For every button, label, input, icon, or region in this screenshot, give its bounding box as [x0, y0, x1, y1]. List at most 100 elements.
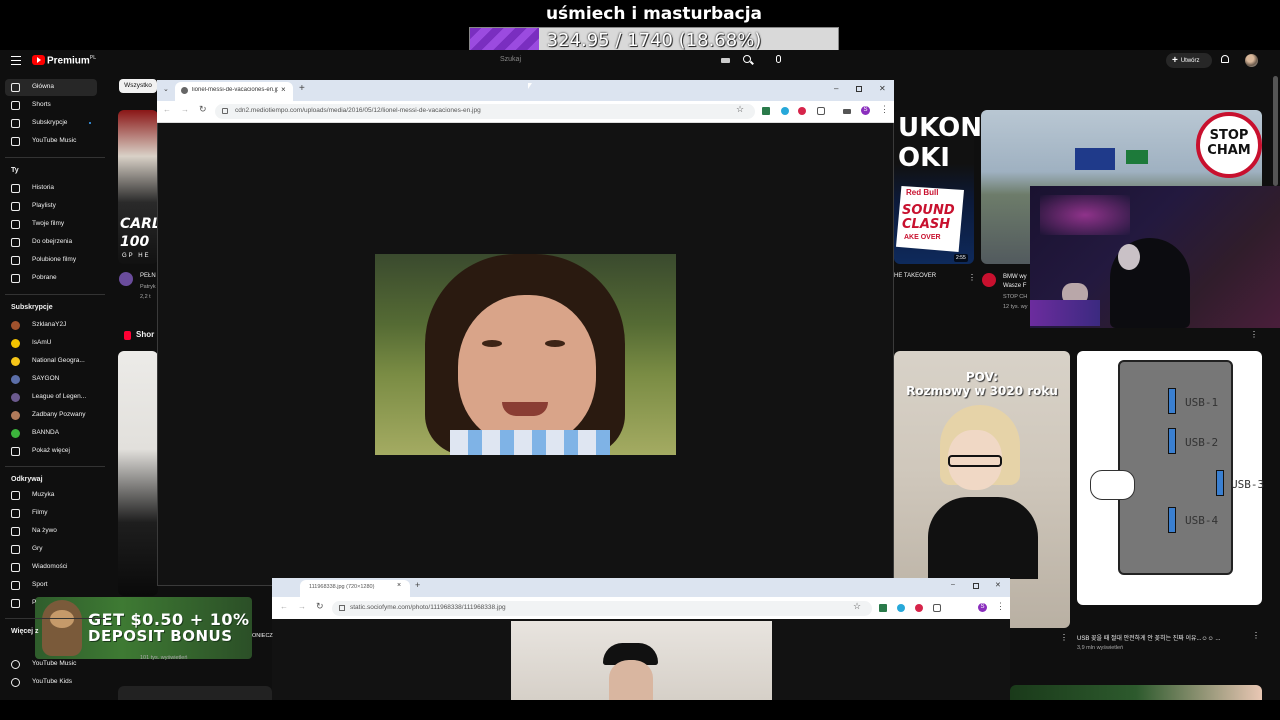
menu-icon[interactable] [11, 56, 21, 65]
sidebar-item-sport[interactable]: Sport [5, 577, 97, 594]
sidebar-section-title[interactable]: Ty [11, 167, 19, 174]
channel-name[interactable]: Patryk [140, 284, 156, 290]
new-tab-icon[interactable]: + [415, 580, 420, 590]
more-options-icon[interactable]: ⋮ [1060, 633, 1068, 642]
sidebar-item-league-of-legen[interactable]: League of Legen... [5, 389, 97, 406]
reload-icon[interactable]: ↻ [316, 601, 324, 612]
extension-icon[interactable] [897, 604, 905, 612]
window-maximize-icon[interactable] [973, 583, 979, 589]
extension-icon[interactable] [781, 107, 789, 115]
sidebar-item-wiadomości[interactable]: Wiadomości [5, 559, 97, 576]
channel-avatar[interactable] [982, 273, 996, 287]
browser-menu-icon[interactable]: ⋮ [996, 601, 1005, 612]
extension-icon[interactable] [798, 107, 806, 115]
search-input[interactable]: Szukaj [500, 56, 521, 63]
video-title[interactable]: HE TAKEOVER [894, 273, 936, 279]
forward-arrow-icon[interactable]: → [181, 105, 189, 114]
search-box[interactable] [496, 53, 734, 68]
sidebar-item-playlisty[interactable]: Playlisty [5, 198, 97, 215]
channel-avatar[interactable] [119, 272, 133, 286]
site-info-icon[interactable] [339, 605, 345, 611]
bookmark-star-icon[interactable]: ☆ [736, 104, 744, 115]
youtube-logo-icon[interactable] [32, 55, 45, 65]
video-title[interactable]: PEŁN [140, 273, 156, 279]
youtube-brand[interactable]: PremiumPL [47, 55, 96, 66]
profile-icon[interactable]: S [861, 106, 870, 115]
window-minimize-icon[interactable]: – [951, 581, 955, 588]
sidebar-section-title[interactable]: Więcej z [11, 628, 39, 635]
video-title[interactable]: ONIECZ [252, 633, 273, 639]
sidebar-item-gry[interactable]: Gry [5, 541, 97, 558]
sidebar-item-saygon[interactable]: SAYGON [5, 371, 97, 388]
tab-title[interactable]: 111968338.jpg (720×1280) [309, 584, 374, 590]
window-close-icon[interactable]: ✕ [879, 84, 886, 93]
account-avatar[interactable] [1245, 54, 1258, 67]
tab-close-icon[interactable]: × [281, 85, 286, 94]
sidebar-item-youtube-music[interactable]: YouTube Music [5, 656, 97, 673]
sidebar-section-title[interactable]: Odkrywaj [11, 476, 43, 483]
sidebar-item-główna[interactable]: Główna [5, 79, 97, 96]
microphone-icon[interactable] [776, 55, 781, 63]
sidebar-item-filmy[interactable]: Filmy [5, 505, 97, 522]
media-control-icon[interactable] [843, 109, 851, 114]
tab-search-icon[interactable]: ⌄ [163, 85, 169, 93]
window-minimize-icon[interactable]: – [834, 84, 838, 93]
sidebar-item-national-geogra[interactable]: National Geogra... [5, 353, 97, 370]
back-arrow-icon[interactable]: ← [280, 602, 288, 611]
sidebar-item-youtube-music[interactable]: YouTube Music [5, 133, 97, 150]
sidebar-item-pobrane[interactable]: Pobrane [5, 270, 97, 287]
tab-title[interactable]: lionel-messi-de-vacaciones-en.jpg [192, 87, 278, 93]
create-button[interactable]: + Utwórz [1166, 53, 1212, 68]
more-options-icon[interactable]: ⋮ [1252, 631, 1260, 640]
page-scrollbar[interactable] [1273, 76, 1278, 186]
site-info-icon[interactable] [222, 108, 228, 114]
new-tab-icon[interactable]: + [299, 83, 305, 94]
video-thumbnail-bottom-left[interactable] [118, 686, 272, 700]
sidebar-item-szklanay2j[interactable]: SzklanaY2J [5, 317, 97, 334]
sidebar-section-title[interactable]: Subskrypcje [11, 304, 53, 311]
browser-menu-icon[interactable]: ⋮ [880, 104, 889, 115]
notifications-bell-icon[interactable] [1221, 55, 1229, 63]
short-thumbnail-left[interactable] [118, 351, 158, 596]
url-text[interactable]: static.sociofyme.com/photo/111968338/111… [350, 604, 506, 611]
sidebar-item-subskrypcje[interactable]: Subskrypcje [5, 115, 97, 132]
sidebar-item-label: Sport [32, 581, 48, 588]
sidebar-item-twoje-filmy[interactable]: Twoje filmy [5, 216, 97, 233]
search-icon[interactable] [743, 55, 751, 63]
back-arrow-icon[interactable]: ← [163, 105, 171, 114]
tab-close-icon[interactable]: × [397, 582, 401, 589]
sidebar-item-na-żywo[interactable]: Na żywo [5, 523, 97, 540]
more-options-icon[interactable]: ⋮ [1250, 330, 1258, 339]
sidebar-item-bannda[interactable]: BANNDA [5, 425, 97, 442]
sidebar-item-zadbany-pozwany[interactable]: Zadbany Pozwany [5, 407, 97, 424]
shorts-icon [11, 101, 20, 110]
sidebar-item-muzyka[interactable]: Muzyka [5, 487, 97, 504]
extension-icon[interactable] [879, 604, 887, 612]
video-title[interactable]: BMW wy Wasze F [1003, 273, 1027, 291]
sidebar-item-shorts[interactable]: Shorts [5, 97, 97, 114]
reload-icon[interactable]: ↻ [199, 104, 207, 115]
sidebar-item-pokaż-więcej[interactable]: Pokaż więcej [5, 443, 97, 460]
bookmark-star-icon[interactable]: ☆ [853, 601, 861, 612]
video-thumbnail-bottom-right[interactable] [1010, 685, 1262, 700]
extension-icon[interactable] [762, 107, 770, 115]
sidebar-item-isamu[interactable]: IsAmU [5, 335, 97, 352]
window-maximize-icon[interactable] [856, 86, 862, 92]
extension-icon[interactable] [915, 604, 923, 612]
sidebar-item-historia[interactable]: Historia [5, 180, 97, 197]
channel-name[interactable]: STOP CH [1003, 294, 1027, 300]
sidebar-item-youtube-kids[interactable]: YouTube Kids [5, 674, 97, 691]
extensions-puzzle-icon[interactable] [933, 604, 941, 612]
short-title[interactable]: USB 꽂을 때 절대 안전하게 안 꽂히는 진짜 이유...☺☺ ... [1077, 633, 1220, 642]
forward-arrow-icon[interactable]: → [298, 602, 306, 611]
window-close-icon[interactable]: ✕ [995, 581, 1001, 589]
sidebar-item-do-obejrzenia[interactable]: Do obejrzenia [5, 234, 97, 251]
profile-icon[interactable]: S [978, 603, 987, 612]
sidebar-item-p[interactable]: P [5, 595, 97, 612]
more-options-icon[interactable]: ⋮ [968, 273, 976, 282]
keyboard-icon[interactable] [721, 58, 730, 63]
filter-chip-all[interactable]: Wszystko [119, 79, 157, 93]
url-text[interactable]: cdn2.mediotiempo.com/uploads/media/2016/… [235, 107, 481, 114]
extensions-puzzle-icon[interactable] [817, 107, 825, 115]
sidebar-item-polubione-filmy[interactable]: Polubione filmy [5, 252, 97, 269]
